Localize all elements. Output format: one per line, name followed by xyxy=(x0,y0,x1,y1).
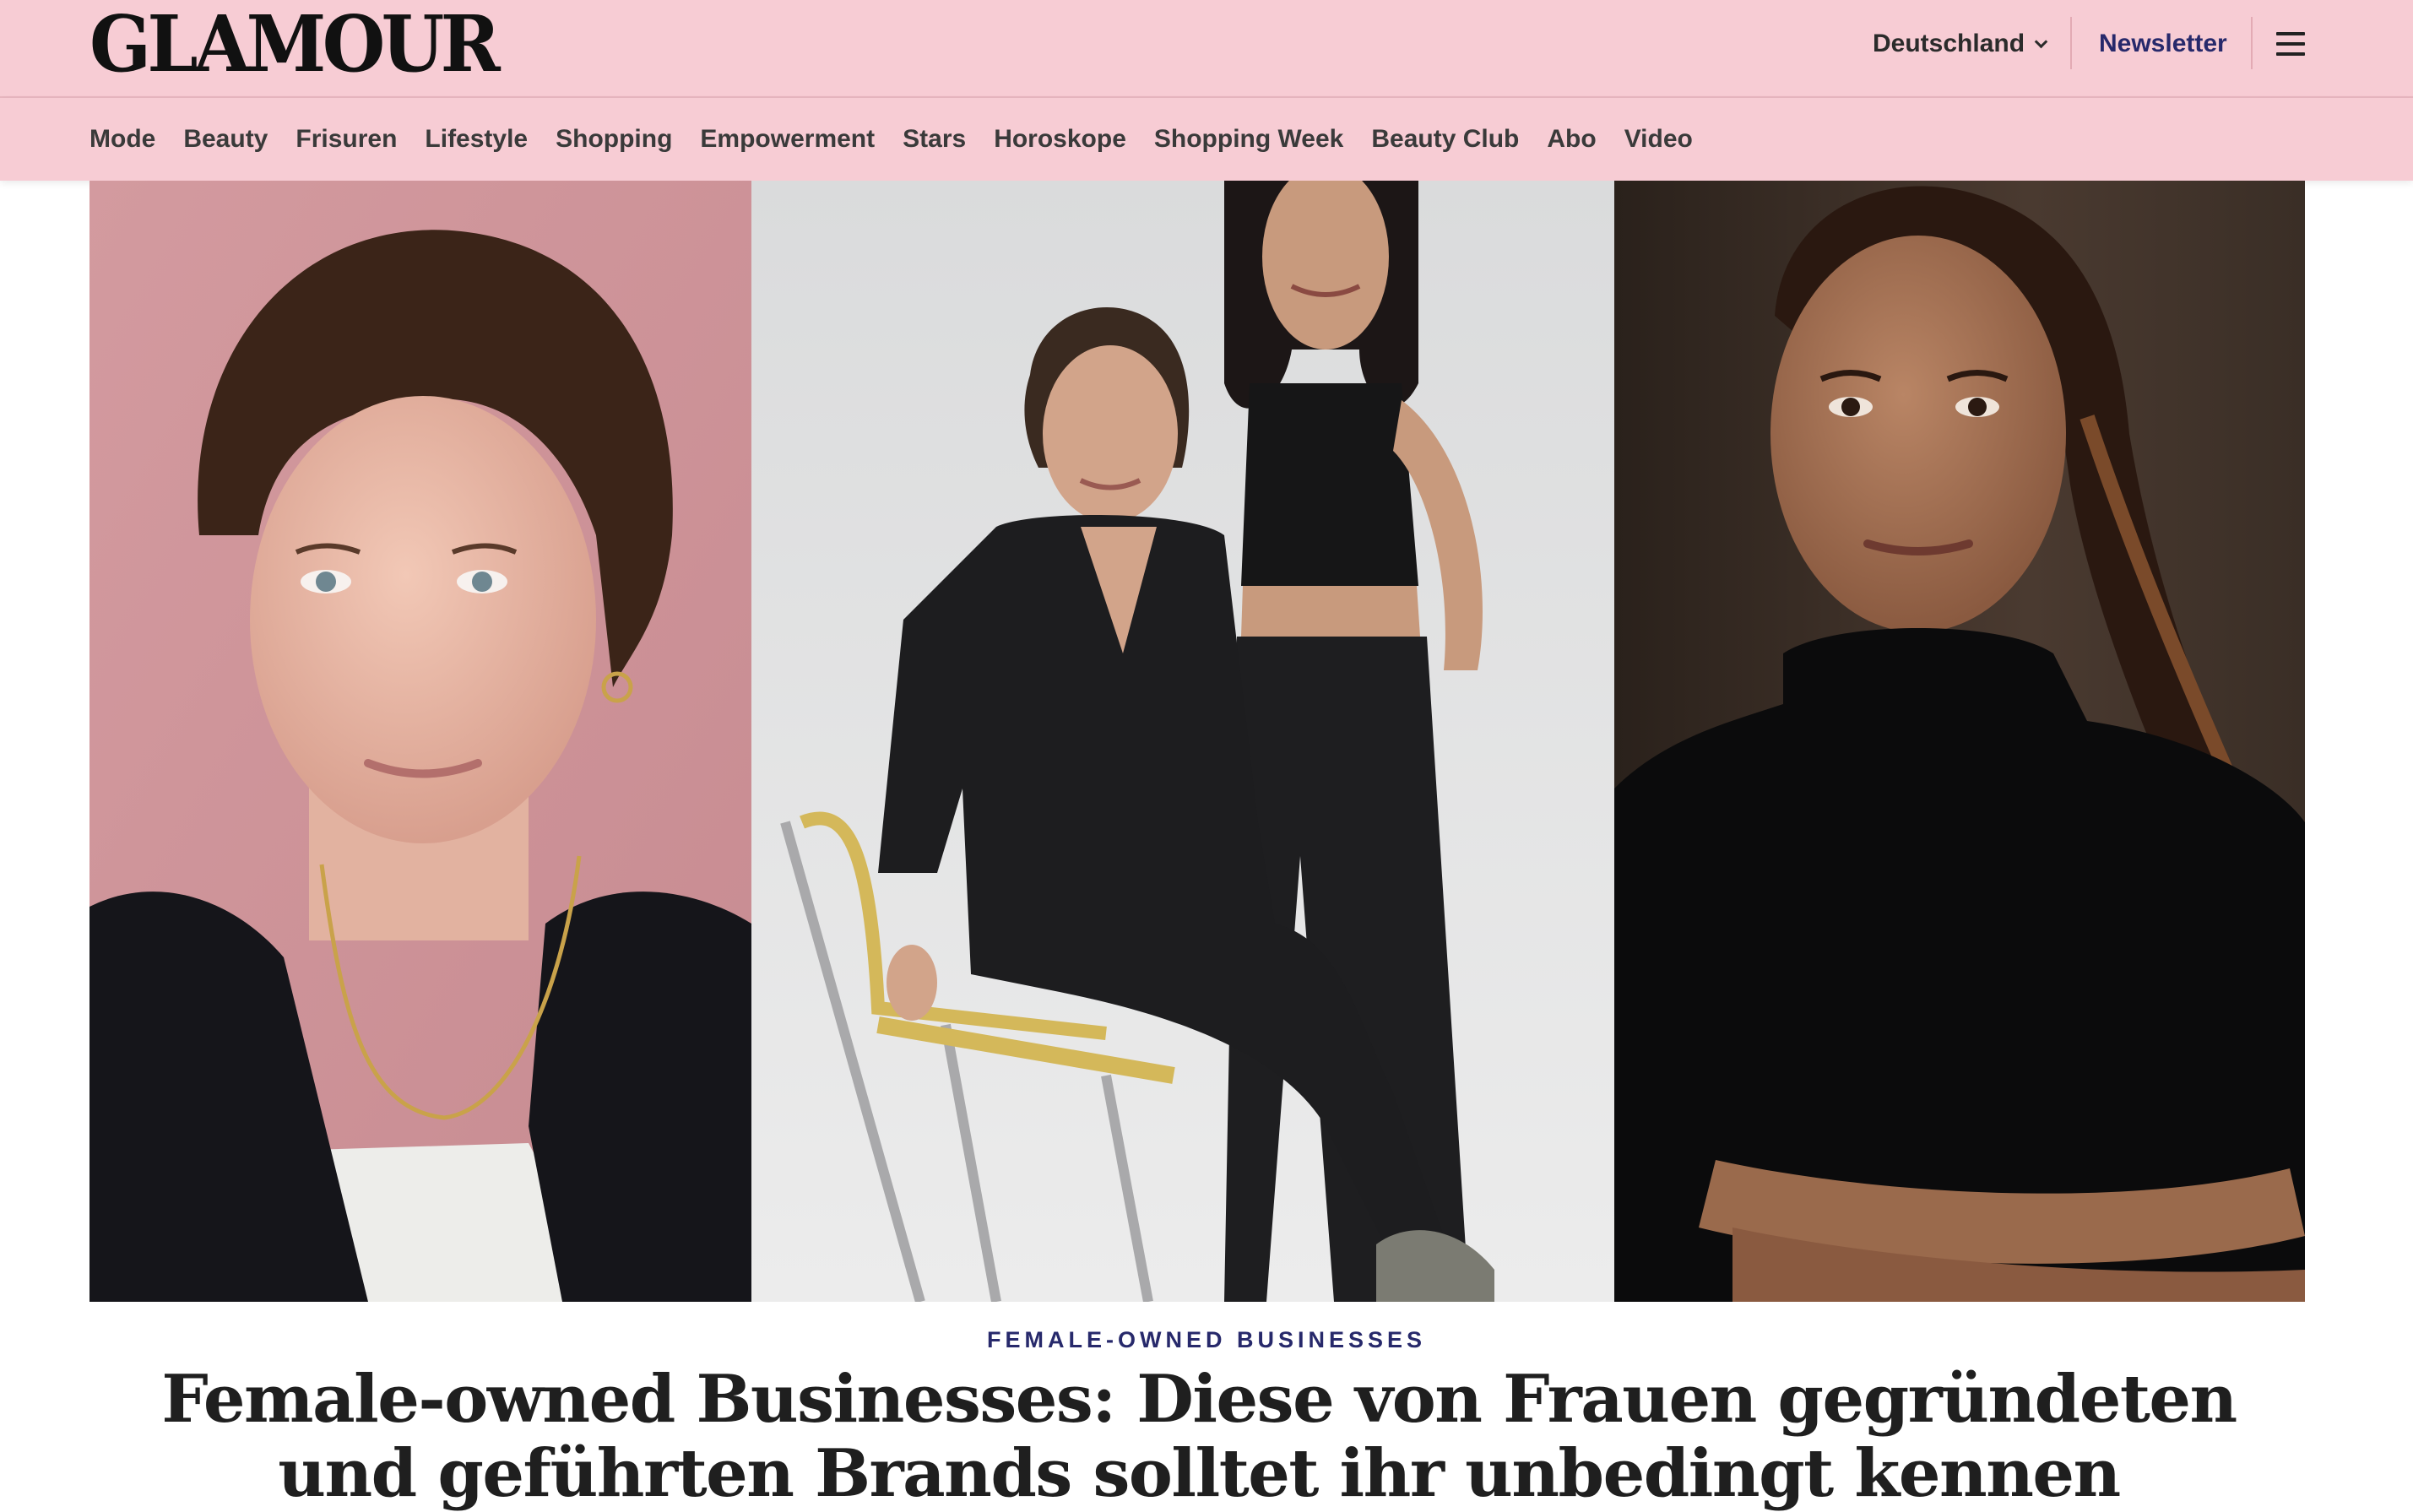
nav-item-frisuren[interactable]: Frisuren xyxy=(296,125,397,154)
nav-item-shopping[interactable]: Shopping xyxy=(556,125,672,154)
nav-item-lifestyle[interactable]: Lifestyle xyxy=(425,125,528,154)
nav-item-video[interactable]: Video xyxy=(1624,125,1693,154)
article-headline: Female-owned Businesses: Diese von Fraue… xyxy=(161,1361,2237,1512)
nav-item-shopping-week[interactable]: Shopping Week xyxy=(1154,125,1343,154)
portrait-photo-right xyxy=(1614,181,2305,1302)
nav-item-horoskope[interactable]: Horoskope xyxy=(994,125,1126,154)
nav-item-beauty[interactable]: Beauty xyxy=(183,125,268,154)
hero-image[interactable] xyxy=(89,181,2305,1302)
group-photo-center xyxy=(751,181,1614,1302)
chevron-down-icon xyxy=(2034,35,2048,48)
site-logo[interactable]: GLAMOUR xyxy=(89,5,501,83)
header-divider xyxy=(2070,17,2072,69)
nav-item-beauty-club[interactable]: Beauty Club xyxy=(1371,125,1519,154)
article-category[interactable]: FEMALE-OWNED BUSINESSES xyxy=(0,1327,2413,1353)
nav-item-stars[interactable]: Stars xyxy=(903,125,966,154)
site-header: GLAMOUR Deutschland Newsletter xyxy=(0,0,2413,98)
portrait-photo-left xyxy=(89,181,751,1302)
region-selector[interactable]: Deutschland xyxy=(1873,25,2048,62)
nav-item-abo[interactable]: Abo xyxy=(1547,125,1596,154)
hamburger-menu-icon[interactable] xyxy=(2276,32,2305,56)
newsletter-link[interactable]: Newsletter xyxy=(2099,25,2227,62)
header-divider xyxy=(2251,17,2253,69)
nav-item-mode[interactable]: Mode xyxy=(89,125,155,154)
nav-item-empowerment[interactable]: Empowerment xyxy=(700,125,875,154)
region-label: Deutschland xyxy=(1873,30,2025,57)
main-navigation: Mode Beauty Frisuren Lifestyle Shopping … xyxy=(0,98,2413,181)
